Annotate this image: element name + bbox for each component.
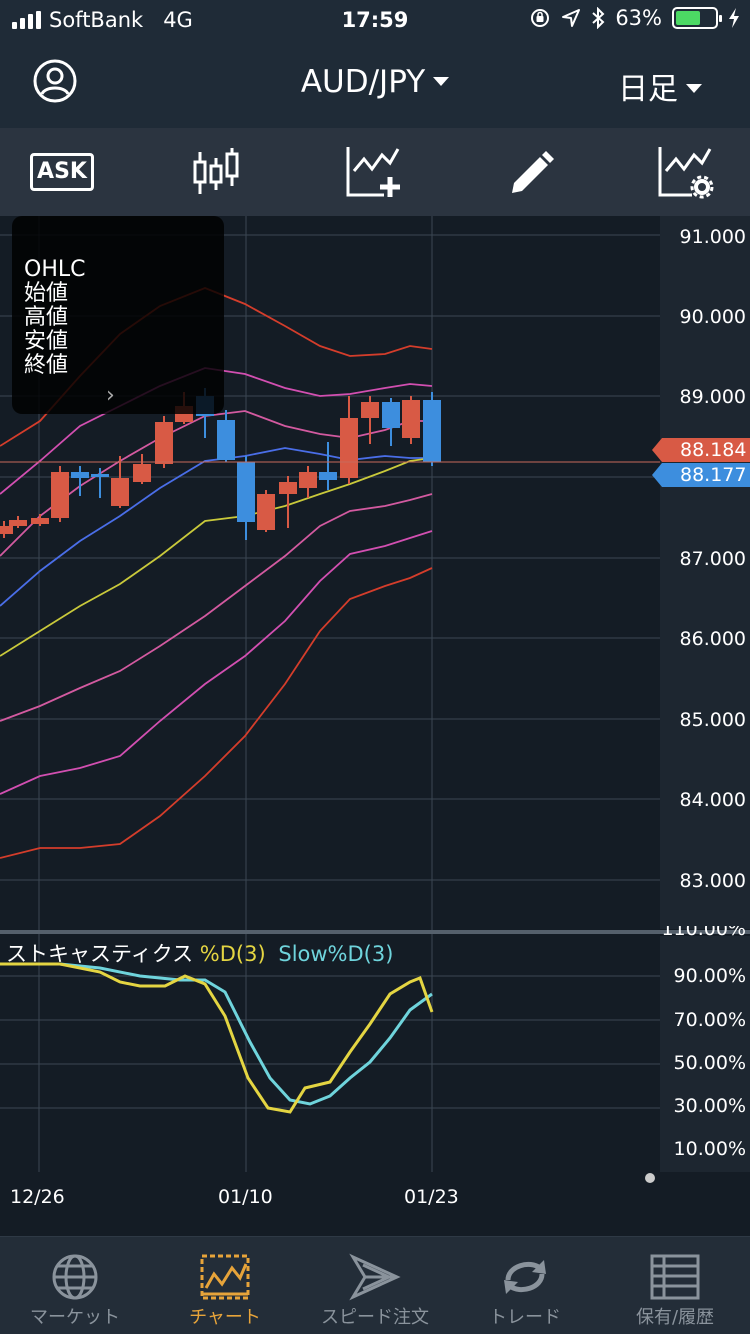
price-axis-label: 91.000 — [679, 226, 746, 248]
ohlc-low-label: 安値 — [24, 329, 69, 354]
candle-body — [31, 518, 49, 524]
tab-bar: マーケット チャート スピード注文 トレード 保有/履歴 — [0, 1236, 750, 1334]
tab-history-label: 保有/履歴 — [635, 1307, 715, 1328]
candle-body — [217, 420, 235, 460]
candle-body — [51, 472, 69, 518]
chevron-down-icon — [686, 84, 702, 93]
date-label: 01/10 — [218, 1186, 273, 1208]
tab-chart-label: チャート — [189, 1307, 261, 1328]
stoch-slow-label: Slow%D(3) — [278, 942, 394, 966]
chart-icon — [200, 1254, 250, 1300]
bluetooth-icon — [592, 7, 605, 29]
date-label: 01/23 — [404, 1186, 459, 1208]
tab-market-label: マーケット — [30, 1307, 120, 1328]
tab-market[interactable]: マーケット — [0, 1237, 150, 1334]
tab-trade-label: トレード — [489, 1307, 561, 1328]
tab-chart[interactable]: チャート — [150, 1237, 300, 1334]
price-axis-label: 85.000 — [679, 709, 746, 731]
bid-price-tag: 88.184 — [652, 438, 750, 462]
pair-label: AUD/JPY — [300, 64, 426, 100]
price-axis-label: 87.000 — [679, 548, 746, 570]
globe-icon — [52, 1254, 98, 1300]
candle-body — [91, 474, 109, 477]
indicator-settings-icon — [658, 147, 714, 199]
candle-body — [9, 520, 27, 526]
candle-body — [299, 472, 317, 488]
battery-fill — [676, 11, 700, 25]
add-indicator-button[interactable] — [344, 144, 404, 200]
stoch-d-label: %D(3) — [199, 942, 266, 966]
tab-speed-order-label: スピード注文 — [321, 1307, 429, 1328]
ohlc-open-label: 始値 — [24, 281, 69, 306]
history-icon — [650, 1254, 700, 1300]
band-lower-2 — [0, 530, 433, 795]
stoch-slow-line — [0, 962, 433, 1106]
oscillator-legend: ストキャスティクス %D(3) Slow%D(3) — [6, 938, 393, 968]
speed-order-icon — [349, 1253, 401, 1301]
indicator-settings-button[interactable] — [656, 144, 716, 200]
date-label: 12/26 — [10, 1186, 65, 1208]
price-axis-label: 83.000 — [679, 870, 746, 892]
orientation-lock-icon — [531, 9, 550, 27]
candle-body — [237, 462, 255, 522]
tab-speed-order[interactable]: スピード注文 — [300, 1237, 450, 1334]
candle-body — [257, 494, 275, 530]
ohlc-high-label: 高値 — [24, 305, 69, 330]
battery-icon — [672, 7, 722, 29]
add-indicator-icon — [346, 147, 400, 197]
chevron-right-icon[interactable]: › — [106, 384, 115, 408]
candle-body — [382, 402, 400, 428]
candle-body — [279, 482, 297, 494]
tab-trade[interactable]: トレード — [450, 1237, 600, 1334]
oscillator-name: ストキャスティクス — [6, 942, 194, 966]
oscillator-axis-label: 70.00% — [673, 1009, 746, 1031]
ohlc-panel[interactable]: OHLC 始値 高値 安値 終値 › — [12, 216, 224, 414]
candle-body — [155, 422, 173, 464]
candle-body — [423, 400, 441, 462]
chart-area[interactable]: 91.000 90.000 89.000 87.000 86.000 85.00… — [0, 216, 750, 1236]
price-axis-label: 86.000 — [679, 628, 746, 650]
period-label: 日足 — [618, 72, 678, 107]
candle-body — [0, 526, 13, 534]
ask-label: ASK — [30, 153, 94, 191]
band-lower-3 — [0, 567, 433, 859]
draw-button[interactable] — [504, 144, 558, 200]
charging-icon — [729, 8, 739, 28]
band-middle — [0, 447, 432, 607]
status-bar: SoftBank 4G 17:59 63% — [0, 0, 750, 40]
oscillator-axis-label: 30.00% — [673, 1095, 746, 1117]
ohlc-title: OHLC — [24, 257, 86, 282]
scroll-indicator — [645, 1173, 655, 1183]
candle-body — [319, 472, 337, 480]
oscillator-axis-label: 50.00% — [673, 1052, 746, 1074]
price-axis-label: 90.000 — [679, 306, 746, 328]
location-icon — [562, 9, 581, 27]
price-axis-label: 89.000 — [679, 386, 746, 408]
chevron-down-icon — [433, 77, 450, 86]
battery-percent: 63% — [615, 6, 662, 30]
nav-bar: AUD/JPY 日足 — [0, 40, 750, 128]
oscillator-axis-label: 110.00% — [661, 926, 746, 938]
oscillator-axis-label: 90.00% — [673, 965, 746, 987]
ask-button[interactable]: ASK — [30, 144, 94, 200]
price-axis-label: 84.000 — [679, 789, 746, 811]
oscillator-axis-label: 10.00% — [673, 1138, 746, 1160]
chart-toolbar: ASK — [0, 128, 750, 216]
candle-body — [340, 418, 358, 478]
pencil-icon — [512, 151, 554, 193]
candle-body — [402, 400, 420, 438]
candle-body — [111, 478, 129, 506]
ohlc-close-label: 終値 — [24, 353, 69, 378]
candlestick-icon — [193, 148, 239, 194]
candle-body — [361, 402, 379, 418]
period-selector[interactable]: 日足 — [618, 64, 702, 108]
tab-history[interactable]: 保有/履歴 — [600, 1237, 750, 1334]
candle-body — [133, 464, 151, 482]
candle-body — [71, 472, 89, 478]
chart-type-button[interactable] — [188, 144, 244, 200]
trade-icon — [504, 1260, 546, 1294]
band-lower-1 — [0, 493, 433, 722]
ask-price-tag: 88.177 — [652, 463, 750, 487]
status-right: 63% — [529, 6, 740, 30]
